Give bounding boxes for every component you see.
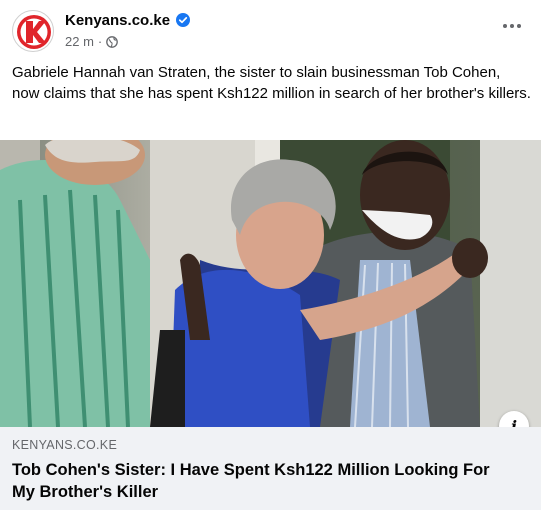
article-photo-illustration <box>0 140 541 427</box>
verified-badge-icon <box>176 13 190 27</box>
post-meta: 22 m · <box>65 34 119 49</box>
link-preview[interactable]: KENYANS.CO.KE Tob Cohen's Sister: I Have… <box>0 427 541 510</box>
more-options-icon[interactable] <box>501 16 523 36</box>
meta-separator: · <box>97 34 103 49</box>
post-timestamp[interactable]: 22 m <box>65 34 94 49</box>
article-photo[interactable] <box>0 140 541 427</box>
link-title[interactable]: Tob Cohen's Sister: I Have Spent Ksh122 … <box>12 459 512 503</box>
link-domain: KENYANS.CO.KE <box>12 438 118 452</box>
post-header: Kenyans.co.ke 22 m · <box>0 0 541 60</box>
post-text: Gabriele Hannah van Straten, the sister … <box>12 64 531 102</box>
kenyans-logo-icon <box>17 15 51 49</box>
page-avatar[interactable] <box>12 10 54 52</box>
page-name[interactable]: Kenyans.co.ke <box>65 12 170 29</box>
globe-icon[interactable] <box>106 35 119 48</box>
